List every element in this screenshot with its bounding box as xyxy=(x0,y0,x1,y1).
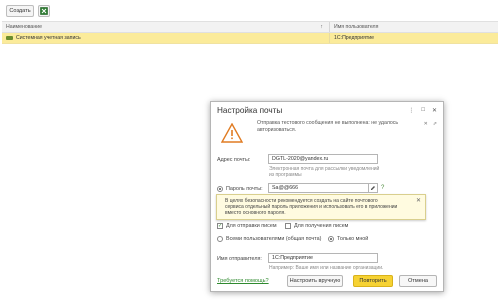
cell-user: 1С:Предприятие xyxy=(334,35,375,41)
tooltip-text: В целях безопасности рекомендуется созда… xyxy=(225,198,415,217)
excel-icon xyxy=(40,7,48,15)
warning-message: Отправка тестового сообщения не выполнен… xyxy=(219,119,439,145)
column-header-name[interactable]: Наименование ↑ xyxy=(2,22,330,32)
warning-icon xyxy=(221,123,243,143)
email-field[interactable]: DGTL-2020@yandex.ru xyxy=(268,154,378,164)
warning-line-1: Отправка тестового сообщения не выполнен… xyxy=(257,120,399,126)
help-link[interactable]: Требуется помощь? xyxy=(217,278,269,284)
export-excel-button[interactable] xyxy=(38,5,50,17)
close-icon[interactable]: ✕ xyxy=(432,107,437,114)
dialog-header: Настройка почты ⋮ □ ✕ xyxy=(211,102,443,118)
tooltip-line-3: вместо основного пароля. xyxy=(225,210,286,217)
sort-arrow-icon: ↑ xyxy=(320,24,323,30)
email-label: Адрес почты: xyxy=(217,157,251,163)
send-checkbox[interactable]: ✓ xyxy=(217,223,223,229)
dialog-title: Настройка почты xyxy=(217,105,283,115)
all-users-label: Всеми пользователями (общая почта) xyxy=(226,236,322,242)
menu-icon[interactable]: ⋮ xyxy=(408,107,414,114)
sender-label: Имя отправителя: xyxy=(217,256,262,262)
tooltip-close-icon[interactable]: ✕ xyxy=(416,197,421,204)
create-button[interactable]: Создать xyxy=(6,5,34,17)
password-field[interactable]: Sa@@666 xyxy=(268,183,378,193)
only-me-label: Только мной xyxy=(337,236,369,242)
receive-checkbox[interactable] xyxy=(285,223,291,229)
retry-button[interactable]: Повторить xyxy=(353,275,393,287)
only-me-radio[interactable] xyxy=(328,236,334,242)
pencil-icon xyxy=(371,186,375,190)
cancel-button[interactable]: Отмена xyxy=(399,275,437,287)
column-header-name-label: Наименование xyxy=(6,24,42,30)
receive-label: Для получения писем xyxy=(294,223,349,229)
toolbar: Создать xyxy=(0,0,500,22)
email-hint: Электронная почта для рассылки уведомлен… xyxy=(269,166,379,178)
warning-text: Отправка тестового сообщения не выполнен… xyxy=(257,120,407,133)
email-hint-line-2: из программы xyxy=(269,172,302,178)
maximize-icon[interactable]: □ xyxy=(421,107,425,114)
sender-name-field[interactable]: 1С:Предприятие xyxy=(268,253,378,263)
accounts-table: Наименование ↑ Имя пользователя Системна… xyxy=(2,21,498,44)
warning-line-2: авторизоваться. xyxy=(257,126,297,133)
cell-name-text: Системная учетная запись xyxy=(16,35,81,41)
password-help-icon[interactable]: ? xyxy=(381,185,384,191)
warning-open-icon[interactable]: ⇗ xyxy=(433,121,437,127)
warning-close-icon[interactable]: ✕ xyxy=(424,121,428,127)
table-header: Наименование ↑ Имя пользователя xyxy=(2,21,498,33)
configure-manually-button[interactable]: Настроить вручную xyxy=(287,275,343,287)
password-radio[interactable] xyxy=(217,186,223,192)
sender-hint: Например: Ваше имя или название организа… xyxy=(269,265,384,271)
security-tooltip: В целях безопасности рекомендуется созда… xyxy=(216,194,426,220)
send-label: Для отправки писем xyxy=(226,223,277,229)
window-controls: ⋮ □ ✕ xyxy=(408,107,437,114)
password-label: Пароль почты: xyxy=(226,186,263,192)
column-header-user[interactable]: Имя пользователя xyxy=(330,22,498,32)
show-password-button[interactable] xyxy=(368,183,378,193)
table-row[interactable]: Системная учетная запись 1С:Предприятие xyxy=(2,33,498,44)
warning-actions: ✕ ⇗ xyxy=(424,121,437,127)
all-users-radio[interactable] xyxy=(217,236,223,242)
account-icon xyxy=(6,36,13,40)
cell-name: Системная учетная запись xyxy=(2,33,330,43)
